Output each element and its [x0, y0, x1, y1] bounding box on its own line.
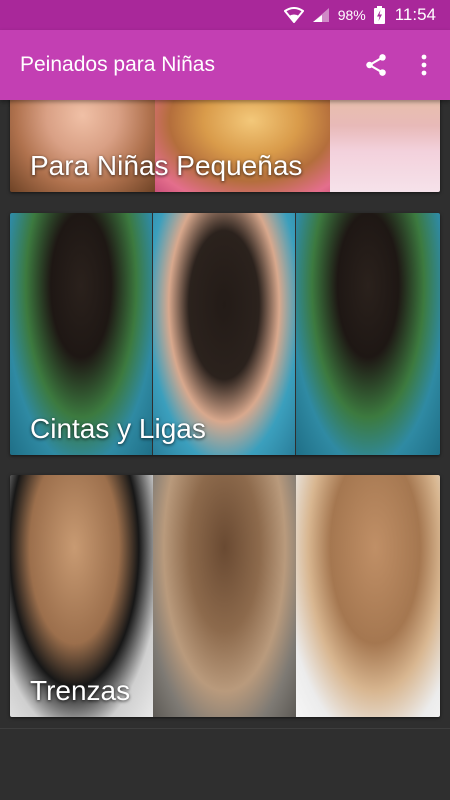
- battery-percent: 98%: [337, 7, 366, 23]
- card-photo-3: [296, 475, 440, 717]
- category-label: Cintas y Ligas: [30, 413, 206, 444]
- category-card-para-ninas-pequenas[interactable]: Para Niñas Pequeñas: [10, 90, 440, 192]
- battery-charging-icon: [373, 6, 385, 24]
- card-photo-2: [153, 475, 296, 717]
- category-card-cintas-y-ligas[interactable]: Cintas y Ligas: [10, 213, 440, 455]
- category-label: Para Niñas Pequeñas: [30, 150, 303, 181]
- category-list: Para Niñas Pequeñas Cintas y Ligas Trenz…: [0, 90, 450, 800]
- status-bar: 98% 11:54: [0, 0, 450, 30]
- wifi-icon: [283, 7, 304, 23]
- app-title: Peinados para Niñas: [20, 53, 215, 76]
- app-bar: Peinados para Niñas: [0, 30, 450, 100]
- card-photo-3: [296, 213, 440, 455]
- card-photo-3: [330, 90, 440, 192]
- share-button[interactable]: [354, 43, 398, 87]
- category-card-trenzas[interactable]: Trenzas: [10, 475, 440, 717]
- clock: 11:54: [394, 5, 436, 24]
- category-label: Trenzas: [30, 675, 131, 706]
- share-icon: [366, 54, 386, 76]
- signal-icon: [312, 7, 330, 23]
- overflow-menu-button[interactable]: [402, 43, 446, 87]
- divider: [0, 728, 450, 729]
- more-vert-icon: [421, 54, 427, 76]
